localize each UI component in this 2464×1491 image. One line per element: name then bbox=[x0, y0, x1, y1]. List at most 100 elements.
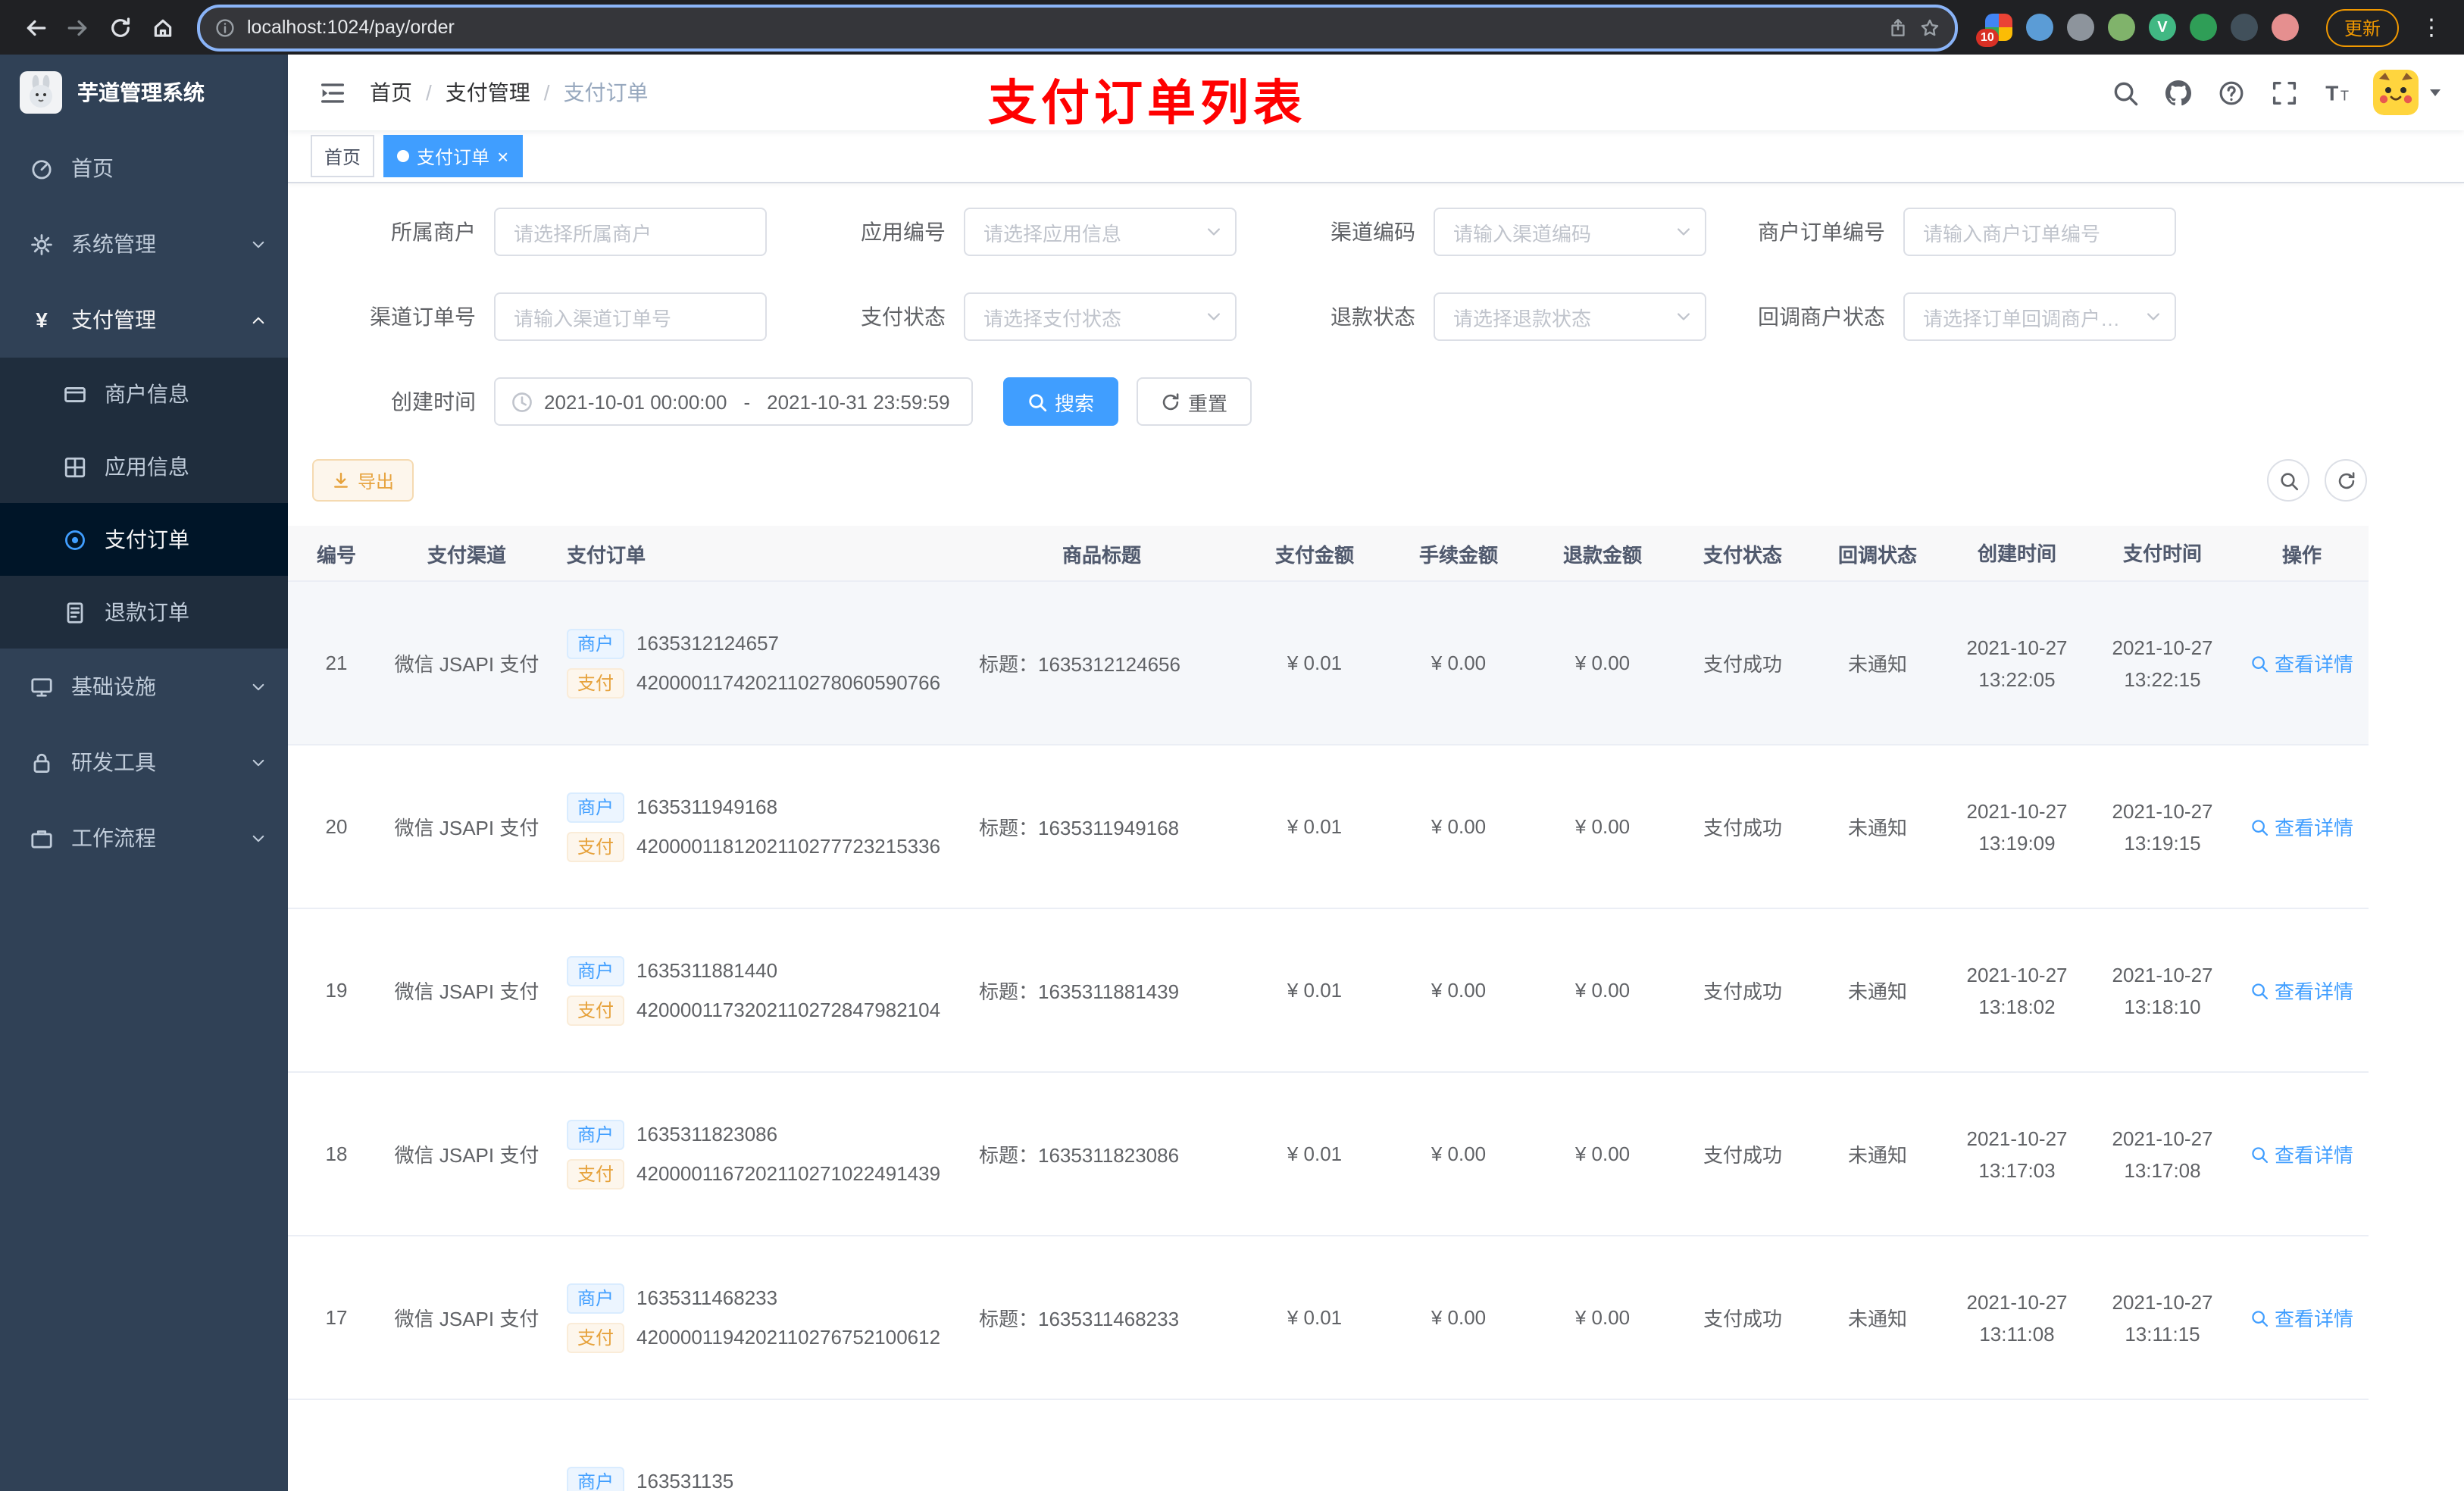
pin-extension-icon[interactable] bbox=[2230, 14, 2258, 41]
pay-status: 支付成功 bbox=[1703, 980, 1782, 1003]
browser-reload-icon[interactable] bbox=[100, 8, 139, 47]
green-extension-icon[interactable] bbox=[2107, 14, 2135, 41]
table-refresh-button[interactable] bbox=[2325, 459, 2367, 502]
view-detail-label: 查看详情 bbox=[2274, 1308, 2353, 1330]
bookmark-star-icon[interactable] bbox=[1920, 17, 1940, 37]
pay-status-select[interactable]: 请选择支付状态 bbox=[964, 292, 1237, 341]
pay-order-cell: 商户 1635311823086 支付 42000011672021102710224… bbox=[549, 1110, 961, 1198]
gray-extension-icon[interactable] bbox=[2066, 14, 2094, 41]
sidebar-subitem-支付订单[interactable]: 支付订单 bbox=[0, 503, 288, 576]
breadcrumb-item[interactable]: 首页 bbox=[370, 77, 412, 108]
sidebar-toggle-icon[interactable] bbox=[309, 70, 355, 115]
callback-status-select[interactable]: 请选择订单回调商户状态 bbox=[1903, 292, 2176, 341]
browser-forward-icon[interactable] bbox=[58, 8, 97, 47]
profile-extension-icon[interactable] bbox=[2271, 14, 2299, 41]
order-id: 21 bbox=[325, 652, 348, 674]
navbar-actions: TT bbox=[2102, 70, 2443, 115]
time-line: 13:18:02 bbox=[1978, 995, 2056, 1017]
top-navbar: 首页 / 支付管理 / 支付订单 支付订单列表 T T bbox=[288, 55, 2464, 130]
palette-extension-icon[interactable]: 10 bbox=[1975, 14, 2012, 47]
placeholder-text: 请选择应用信息 bbox=[983, 222, 1122, 245]
pay-order-cell: 商户 1635311881440 支付 42000011732021102728479… bbox=[549, 946, 961, 1034]
view-detail-link[interactable]: 查看详情 bbox=[2250, 1303, 2353, 1332]
filter-field: 回调商户状态 请选择订单回调商户状态 bbox=[1721, 292, 2191, 341]
fullscreen-icon[interactable] bbox=[2261, 70, 2306, 115]
site-info-icon[interactable] bbox=[215, 17, 235, 37]
merchant-order-line: 商户 1635312124657 bbox=[567, 628, 961, 658]
refund-status-select[interactable]: 请选择退款状态 bbox=[1434, 292, 1706, 341]
table-row: 20 微信 JSAPI 支付 商户 1635311949168 支付 4200001181… bbox=[288, 746, 2369, 909]
channel-code-select[interactable]: 请输入渠道编码 bbox=[1434, 208, 1706, 256]
pay-order-line: 支付 4200001194202110276752100612 bbox=[567, 1322, 961, 1352]
tab-支付订单[interactable]: 支付订单 × bbox=[383, 135, 523, 177]
vue-devtools-icon[interactable]: V bbox=[2148, 14, 2176, 41]
user-avatar[interactable] bbox=[2373, 70, 2419, 115]
export-button[interactable]: 导出 bbox=[312, 459, 414, 502]
reset-button[interactable]: 重置 bbox=[1137, 377, 1252, 426]
search-button[interactable]: 搜索 bbox=[1003, 377, 1119, 426]
view-detail-link[interactable]: 查看详情 bbox=[2250, 1139, 2353, 1168]
grid-icon bbox=[64, 455, 86, 478]
product-title: 标题：1635311949168 bbox=[979, 817, 1180, 839]
help-icon[interactable] bbox=[2208, 70, 2253, 115]
pay-channel: 微信 JSAPI 支付 bbox=[394, 653, 539, 676]
chat-extension-icon[interactable] bbox=[2189, 14, 2217, 41]
tab-首页[interactable]: 首页 bbox=[311, 135, 375, 177]
font-size-icon[interactable]: TT bbox=[2314, 70, 2359, 115]
sidebar-item-支付管理[interactable]: ¥ 支付管理 bbox=[0, 282, 288, 358]
table-search-toggle-button[interactable] bbox=[2267, 459, 2309, 502]
view-detail-link[interactable]: 查看详情 bbox=[2250, 812, 2353, 841]
tab-close-icon[interactable]: × bbox=[497, 146, 508, 166]
pay-amount: ¥ 0.01 bbox=[1287, 1142, 1343, 1165]
sidebar-subitem-商户信息[interactable]: 商户信息 bbox=[0, 358, 288, 430]
sidebar-item-基础设施[interactable]: 基础设施 bbox=[0, 649, 288, 724]
browser-menu-kebab-icon[interactable]: ⋮ bbox=[2414, 14, 2449, 41]
search-icon[interactable] bbox=[2102, 70, 2147, 115]
pay-amount: ¥ 0.01 bbox=[1287, 815, 1343, 838]
sidebar-subitem-应用信息[interactable]: 应用信息 bbox=[0, 430, 288, 503]
sidebar-item-研发工具[interactable]: 研发工具 bbox=[0, 724, 288, 800]
drop-extension-icon[interactable] bbox=[2025, 14, 2053, 41]
browser-home-icon[interactable] bbox=[142, 8, 182, 47]
pay-order-cell: 商户 163531135 bbox=[549, 1457, 961, 1491]
create-time-range-input[interactable]: 2021-10-01 00:00:00 - 2021-10-31 23:59:5… bbox=[494, 377, 973, 426]
time-line: 2021-10-27 bbox=[2112, 636, 2213, 658]
chevron-down-icon bbox=[250, 754, 267, 771]
breadcrumb-item[interactable]: 支付管理 bbox=[446, 77, 530, 108]
card-icon bbox=[64, 383, 86, 405]
channel-order-no-input[interactable]: 请输入渠道订单号 bbox=[494, 292, 767, 341]
filter-form: 所属商户 请选择所属商户 应用编号 请选择应用信息 渠道编码 请输入渠道编码 商户订单编号请… bbox=[288, 183, 2464, 426]
sidebar-item-系统管理[interactable]: 系统管理 bbox=[0, 206, 288, 282]
view-detail-link[interactable]: 查看详情 bbox=[2250, 976, 2353, 1005]
pay-time: 2021-10-27 13:17:08 bbox=[2090, 1122, 2235, 1186]
pay-order-cell: 商户 1635311468233 支付 42000011942021102767521… bbox=[549, 1274, 961, 1361]
time-line: 13:18:10 bbox=[2124, 995, 2201, 1017]
merchant-tag: 商户 bbox=[567, 792, 625, 822]
order-id: 20 bbox=[325, 815, 348, 838]
browser-toolbar: localhost:1024/pay/order 10 V 更新 ⋮ bbox=[0, 0, 2464, 55]
merchant-order-no-input[interactable]: 请输入商户订单编号 bbox=[1903, 208, 2176, 256]
sidebar-subitem-退款订单[interactable]: 退款订单 bbox=[0, 576, 288, 649]
browser-update-button[interactable]: 更新 bbox=[2325, 8, 2399, 46]
tabs-bar: 首页 支付订单 × bbox=[288, 130, 2464, 183]
sidebar-item-工作流程[interactable]: 工作流程 bbox=[0, 800, 288, 876]
merchant-order-no: 1635311823086 bbox=[636, 1123, 778, 1146]
pay-tag: 支付 bbox=[567, 995, 625, 1025]
share-icon[interactable] bbox=[1888, 17, 1908, 37]
sidebar-item-首页[interactable]: 首页 bbox=[0, 130, 288, 206]
avatar-caret-icon[interactable] bbox=[2428, 85, 2443, 100]
fee-amount: ¥ 0.00 bbox=[1431, 1306, 1487, 1329]
app-id-select[interactable]: 请选择应用信息 bbox=[964, 208, 1237, 256]
merchant-order-line: 商户 1635311949168 bbox=[567, 792, 961, 822]
browser-back-icon[interactable] bbox=[15, 8, 55, 47]
column-header: 编号 bbox=[316, 543, 356, 566]
merchant-select[interactable]: 请选择所属商户 bbox=[494, 208, 767, 256]
address-bar[interactable]: localhost:1024/pay/order bbox=[197, 4, 1958, 51]
product-title: 标题：1635311881439 bbox=[979, 980, 1180, 1003]
table-toolbar: 导出 bbox=[288, 459, 2464, 502]
time-line: 13:22:15 bbox=[2124, 667, 2201, 690]
view-detail-link[interactable]: 查看详情 bbox=[2250, 649, 2353, 677]
github-icon[interactable] bbox=[2155, 70, 2200, 115]
action-cell: 查看详情 bbox=[2235, 976, 2369, 1005]
time-line: 2021-10-27 bbox=[1966, 1127, 2068, 1149]
